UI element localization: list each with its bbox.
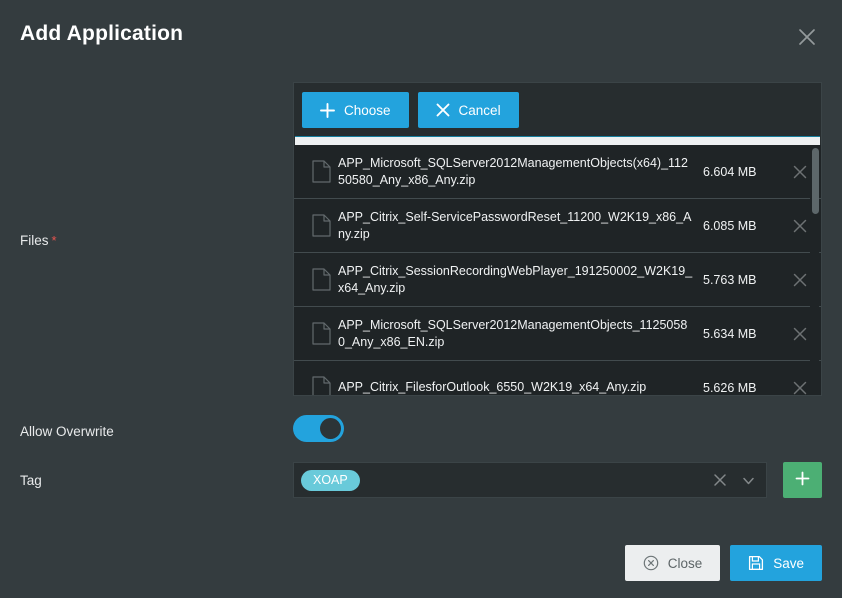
- file-size: 5.634 MB: [703, 326, 757, 341]
- file-size: 6.085 MB: [703, 218, 757, 233]
- upload-progress-bar: [295, 136, 820, 145]
- tag-chip-container: XOAP: [301, 470, 360, 491]
- file-list-item[interactable]: APP_Citrix_Self-ServicePasswordReset_112…: [294, 199, 821, 253]
- file-size: 6.604 MB: [703, 164, 757, 179]
- tag-clear-icon[interactable]: [706, 466, 734, 494]
- upload-progress-fill: [295, 137, 820, 145]
- allow-overwrite-toggle[interactable]: [293, 415, 344, 442]
- file-name: APP_Citrix_FilesforOutlook_6550_W2K19_x6…: [338, 380, 647, 394]
- file-name: APP_Citrix_Self-ServicePasswordReset_112…: [338, 209, 692, 241]
- save-button-label: Save: [773, 555, 804, 571]
- file-list-item[interactable]: APP_Citrix_FilesforOutlook_6550_W2K19_x6…: [294, 361, 821, 395]
- close-icon: [436, 103, 450, 117]
- file-upload-toolbar: Choose Cancel: [294, 83, 821, 136]
- file-name: APP_Citrix_SessionRecordingWebPlayer_191…: [338, 263, 693, 295]
- cancel-upload-button[interactable]: Cancel: [417, 92, 519, 128]
- file-size: 5.626 MB: [703, 380, 757, 395]
- file-name: APP_Microsoft_SQLServer2012ManagementObj…: [338, 155, 688, 187]
- uploaded-file-list[interactable]: APP_Microsoft_SQLServer2012ManagementObj…: [294, 145, 821, 395]
- required-asterisk: *: [51, 233, 57, 248]
- file-list-item[interactable]: APP_Citrix_SessionRecordingWebPlayer_191…: [294, 253, 821, 307]
- dialog-header: Add Application: [0, 0, 842, 72]
- file-list-scrollbar-thumb[interactable]: [812, 148, 819, 214]
- tag-label: Tag: [20, 473, 42, 488]
- files-label: Files *: [20, 233, 57, 248]
- cancel-upload-label: Cancel: [458, 102, 501, 118]
- file-list-item[interactable]: APP_Microsoft_SQLServer2012ManagementObj…: [294, 307, 821, 361]
- close-button[interactable]: Close: [624, 545, 721, 581]
- tag-input[interactable]: XOAP: [293, 462, 767, 498]
- dialog-footer: Close Save: [624, 545, 822, 581]
- file-list-item[interactable]: APP_Microsoft_SQLServer2012ManagementObj…: [294, 145, 821, 199]
- tag-chip[interactable]: XOAP: [301, 470, 360, 491]
- file-document-icon: [304, 322, 338, 345]
- toggle-knob: [320, 418, 341, 439]
- save-disk-icon: [748, 555, 764, 571]
- add-tag-button[interactable]: [783, 462, 822, 498]
- save-button[interactable]: Save: [730, 545, 822, 581]
- circle-close-icon: [643, 555, 659, 571]
- file-upload-panel: Choose Cancel APP_Microsoft_SQLServer201…: [293, 82, 822, 396]
- choose-files-button[interactable]: Choose: [302, 92, 409, 128]
- choose-files-label: Choose: [344, 102, 391, 118]
- file-document-icon: [304, 376, 338, 395]
- plus-icon: [795, 471, 810, 489]
- close-button-label: Close: [667, 555, 703, 571]
- file-document-icon: [304, 160, 338, 183]
- file-document-icon: [304, 214, 338, 237]
- chevron-down-icon[interactable]: [734, 466, 762, 494]
- file-size: 5.763 MB: [703, 272, 757, 287]
- page-title: Add Application: [20, 22, 184, 45]
- allow-overwrite-label: Allow Overwrite: [20, 424, 114, 439]
- file-name: APP_Microsoft_SQLServer2012ManagementObj…: [338, 317, 688, 349]
- file-document-icon: [304, 268, 338, 291]
- plus-icon: [320, 102, 335, 118]
- files-label-text: Files: [20, 233, 49, 248]
- close-icon[interactable]: [794, 24, 820, 50]
